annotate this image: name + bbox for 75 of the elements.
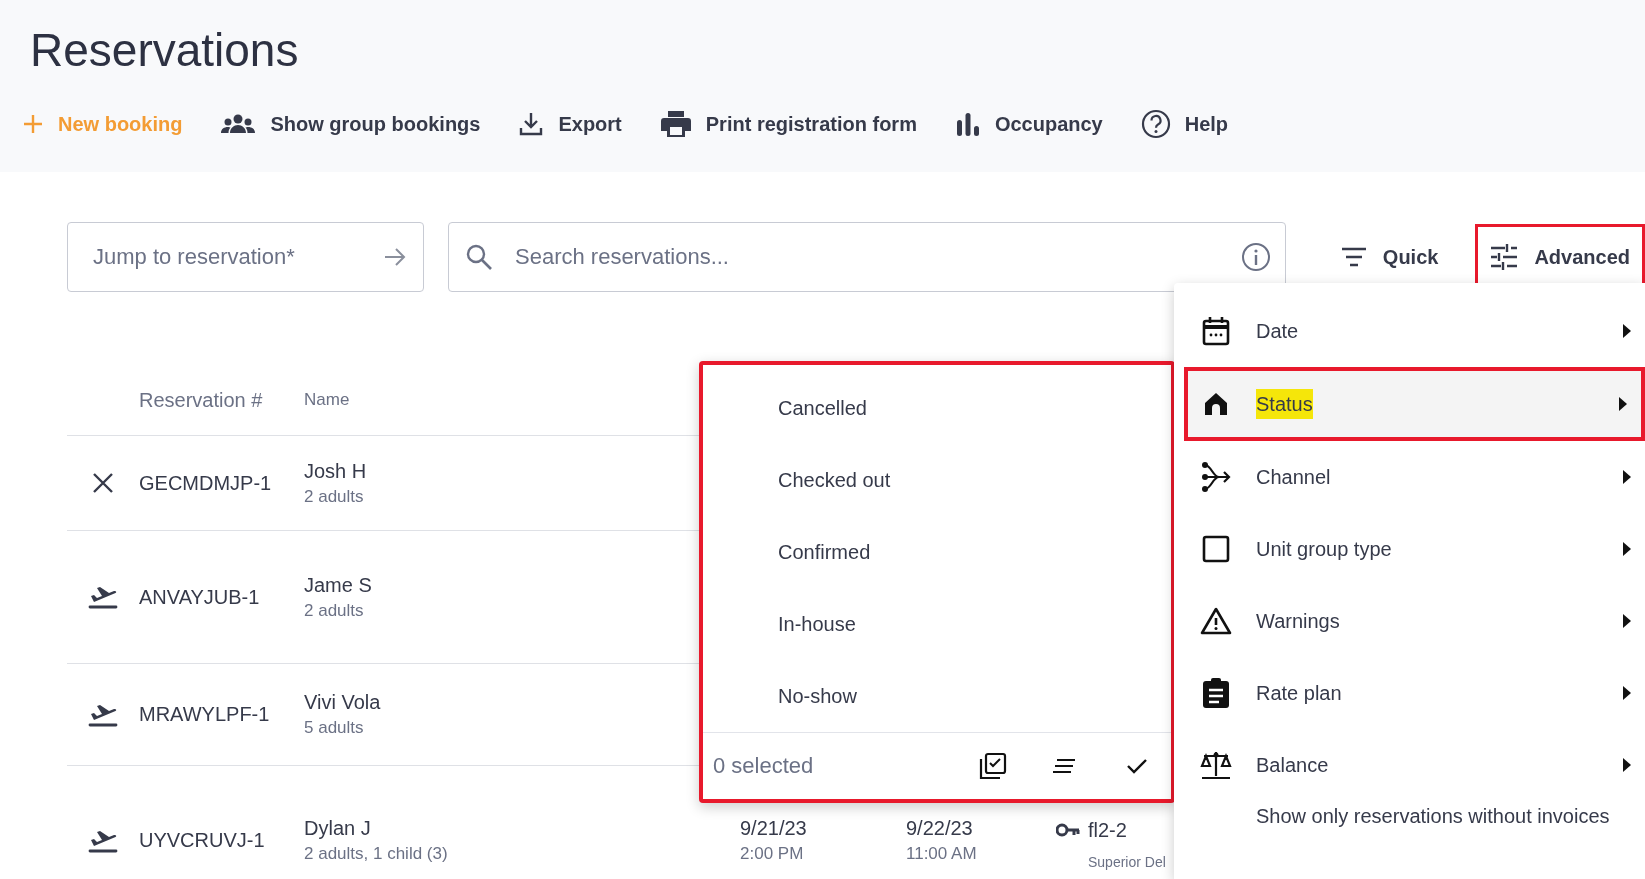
clipboard-icon — [1202, 677, 1230, 709]
caret-right-icon — [1623, 324, 1631, 338]
toolbar-button[interactable]: Help — [1140, 104, 1229, 144]
calendar-icon — [1202, 316, 1230, 346]
menu-item[interactable]: Rate plan — [1174, 657, 1645, 729]
guest-name: Dylan J — [304, 817, 372, 840]
guest-name: Vivi Vola — [304, 691, 382, 714]
column-header: Name — [304, 390, 351, 410]
arrival-date: 9/21/23 — [740, 817, 808, 840]
caret-right-icon — [1623, 614, 1631, 628]
search-icon — [465, 243, 493, 271]
menu-item[interactable]: Warnings — [1174, 585, 1645, 657]
menu-item[interactable]: Channel — [1174, 441, 1645, 513]
menu-item[interactable]: Unit group type — [1174, 513, 1645, 585]
selection-count: 0 selected — [713, 753, 815, 779]
reservation-number: MRAWYLPF-1 — [139, 703, 271, 726]
unit-group: Superior Del — [1088, 847, 1166, 876]
reservation-number: GECMDMJP-1 — [139, 471, 273, 495]
jump-field[interactable]: Jump to reservation* — [67, 222, 424, 292]
check-icon — [1126, 757, 1148, 775]
lines-icon — [1053, 758, 1077, 774]
guest-count: 2 adults — [304, 486, 365, 507]
house-icon — [1203, 391, 1229, 417]
reservation-number: ANVAYJUB-1 — [139, 585, 261, 609]
jump-field[interactable]: Jump to reservation* — [91, 243, 383, 271]
status-option[interactable]: Checked out — [703, 444, 1171, 516]
menu-item[interactable]: Balance — [1174, 729, 1645, 801]
search-field[interactable]: Search reservations... — [448, 222, 1286, 292]
plus-icon — [22, 113, 44, 135]
arrival-time: 2:00 PM — [740, 844, 805, 864]
merge-arrow-icon — [1201, 461, 1231, 493]
caret-right-icon — [1623, 686, 1631, 700]
guest-name: Jame S — [304, 573, 373, 597]
reservation-number: UYVCRUVJ-1 — [139, 829, 266, 852]
unit-number: fl2-2 — [1088, 817, 1128, 843]
menu-item[interactable]: Date — [1174, 295, 1645, 367]
close-icon — [92, 472, 114, 494]
info-icon — [1240, 242, 1271, 272]
warning-icon — [1200, 607, 1232, 635]
status-option[interactable]: Confirmed — [703, 516, 1171, 588]
printer-icon — [659, 110, 692, 138]
menu-item[interactable]: Show only reservations without invoices — [1174, 801, 1645, 831]
toolbar-button[interactable]: Show group bookings — [220, 104, 481, 144]
menu-item[interactable]: Status — [1184, 367, 1645, 441]
guest-name: Josh H — [304, 459, 368, 483]
caret-right-icon — [1619, 397, 1627, 411]
guest-count: 5 adults — [304, 718, 365, 738]
people-icon — [220, 113, 257, 135]
column-header: Reservation # — [139, 388, 264, 412]
search-field[interactable]: Search reservations... — [513, 243, 1221, 271]
departure-date: 9/22/23 — [906, 817, 974, 840]
status-option[interactable]: No-show — [703, 660, 1171, 732]
sliders-icon — [1490, 244, 1519, 270]
caret-right-icon — [1623, 758, 1631, 772]
download-icon — [518, 111, 545, 137]
caret-right-icon — [1623, 542, 1631, 556]
toolbar-button[interactable]: Export — [518, 104, 622, 144]
bar-chart-icon — [954, 112, 981, 136]
select-all-icon — [979, 752, 1007, 780]
guest-count: 2 adults, 1 child (3) — [304, 844, 449, 864]
toolbar-button[interactable]: Print registration form — [659, 104, 917, 144]
help-icon — [1140, 109, 1171, 139]
guest-count: 2 adults — [304, 600, 365, 621]
caret-right-icon — [1623, 470, 1631, 484]
square-icon — [1202, 535, 1230, 563]
scales-icon — [1200, 750, 1232, 780]
page-title: Reservations — [30, 23, 300, 78]
key-icon — [1056, 822, 1080, 837]
departure-time: 11:00 AM — [906, 844, 978, 864]
filter-icon — [1340, 247, 1367, 267]
filter-button[interactable]: Quick — [1325, 224, 1454, 290]
toolbar-button[interactable]: Occupancy — [954, 104, 1103, 144]
airplane-takeoff-icon — [88, 584, 118, 610]
status-option[interactable]: In-house — [703, 588, 1171, 660]
status-option[interactable]: Cancelled — [703, 372, 1171, 444]
